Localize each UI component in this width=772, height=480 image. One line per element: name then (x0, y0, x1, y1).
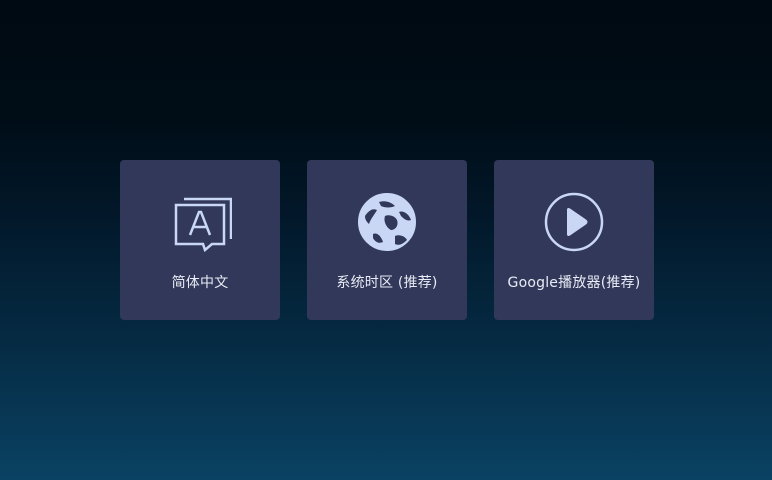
tile-timezone[interactable]: 系统时区 (推荐) (307, 160, 467, 320)
tile-language-label: 简体中文 (171, 275, 229, 291)
tile-player-label: Google播放器(推荐) (507, 275, 641, 291)
language-icon (168, 190, 232, 254)
globe-icon (355, 190, 419, 254)
settings-menu: 简体中文 系统时区 (推荐) Google播放器(推荐) (120, 160, 654, 320)
tile-timezone-label: 系统时区 (推荐) (336, 275, 438, 291)
tile-language[interactable]: 简体中文 (120, 160, 280, 320)
tile-player[interactable]: Google播放器(推荐) (494, 160, 654, 320)
play-circle-icon (542, 190, 606, 254)
